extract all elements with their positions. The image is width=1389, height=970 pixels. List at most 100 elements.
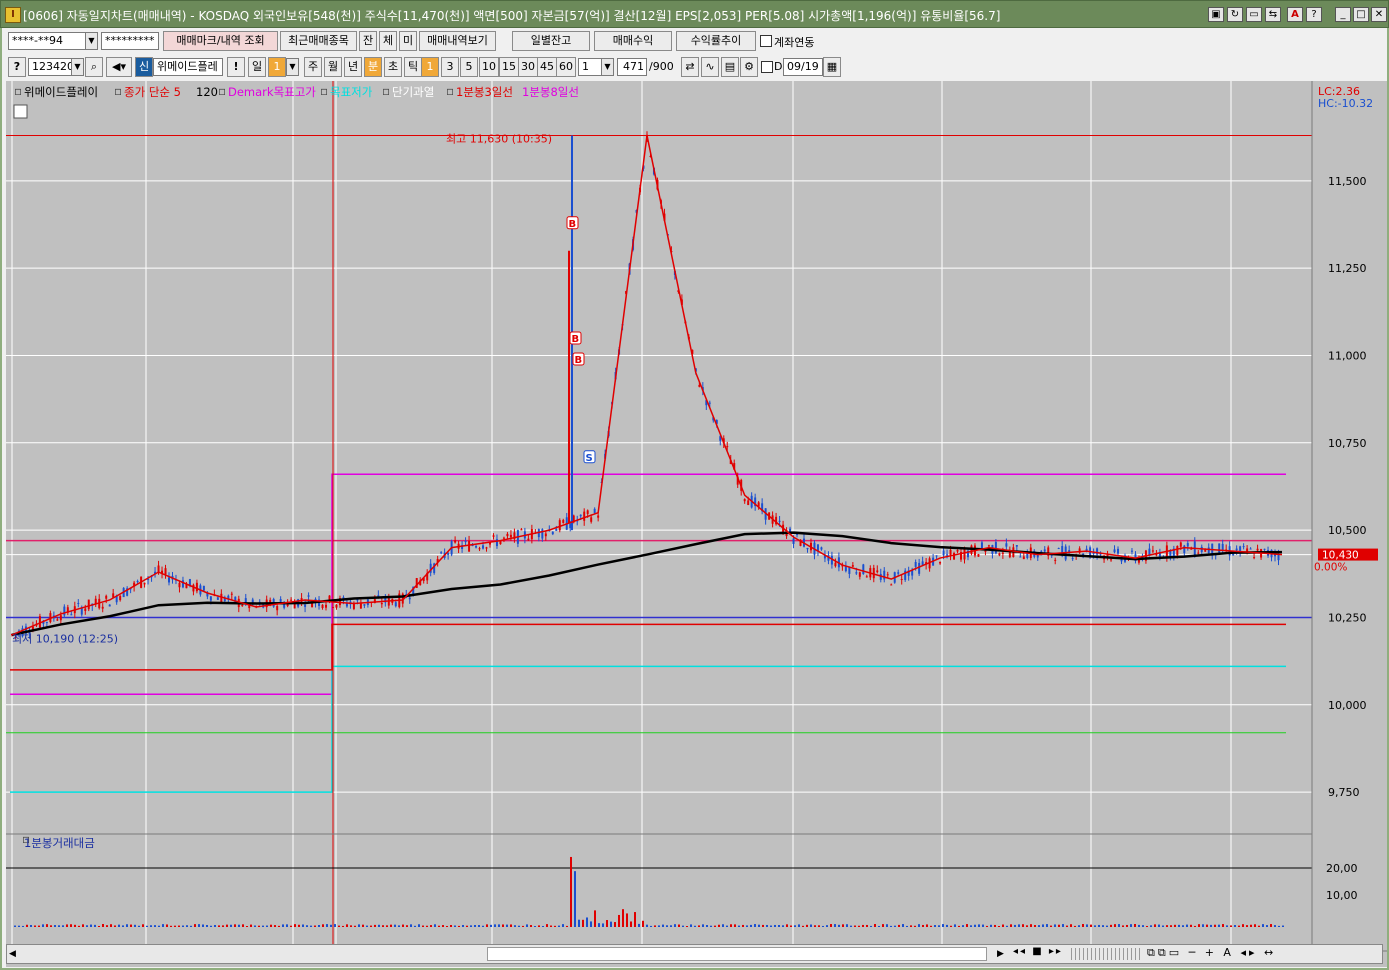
monthly-button[interactable]: 월 (324, 57, 342, 77)
view-controls[interactable]: ⧉⧉▭ ─ + A ◂▸ ↔ (1147, 946, 1276, 960)
volume-bar (330, 924, 332, 927)
volume-bar (814, 925, 816, 927)
date-checkbox[interactable] (761, 61, 773, 73)
return-trend-button[interactable]: 수익률추이 (676, 31, 756, 51)
period-5-button[interactable]: 5 (460, 57, 478, 77)
weekly-button[interactable]: 주 (304, 57, 322, 77)
lookup-icon[interactable]: ? (8, 57, 26, 77)
chart-area[interactable]: BBBS 20,00 10,00 11,500 11,250 11,000 10,750… (6, 81, 1387, 967)
trade-history-button[interactable]: 매매내역보기 (419, 31, 496, 51)
search-icon[interactable]: ⌕ (85, 57, 103, 77)
trade-marker-label: B (575, 355, 583, 366)
period-45-button[interactable]: 45 (537, 57, 557, 77)
candle-body (949, 549, 952, 556)
daily-count-button[interactable]: 1 (268, 57, 286, 77)
balance-button[interactable]: 잔 (359, 31, 377, 51)
volume-bar (638, 923, 640, 927)
playback-controls[interactable]: ◂◂ ■ ▸▸ (1013, 946, 1063, 957)
scroll-left-icon[interactable]: ◀ (9, 947, 21, 961)
y-tick-label: 9,750 (1328, 786, 1360, 799)
scroll-right-icon[interactable]: ▶ (997, 947, 1009, 961)
period-1-button[interactable]: 1 (421, 57, 439, 77)
volume-bar (862, 924, 864, 927)
legend-dot-5: ▫ (382, 84, 390, 98)
volume-bar (698, 925, 700, 927)
indicator-icon[interactable]: ∿ (701, 57, 719, 77)
volume-bar (1254, 924, 1256, 927)
volume-bar (1266, 925, 1268, 927)
candle-body (482, 545, 485, 549)
volume-bar (1002, 924, 1004, 927)
account-input[interactable]: ****-**94 (8, 32, 86, 50)
interval-input[interactable]: 1 (578, 58, 602, 76)
date-input[interactable]: 09/19 (783, 58, 823, 76)
period-60-button[interactable]: 60 (556, 57, 576, 77)
period-15-button[interactable]: 15 (499, 57, 519, 77)
period-30-button[interactable]: 30 (518, 57, 538, 77)
code-dropdown-icon[interactable]: ▼ (71, 58, 84, 76)
minute-button[interactable]: 분 (364, 57, 382, 77)
speaker-icon[interactable]: ◀▾ (106, 57, 132, 77)
zoom-slider[interactable] (1071, 948, 1141, 960)
execution-button[interactable]: 체 (379, 31, 397, 51)
daily-balance-button[interactable]: 일별잔고 (512, 31, 590, 51)
volume-bar (742, 924, 744, 927)
candle-body (998, 553, 1001, 556)
period-3-button[interactable]: 3 (441, 57, 459, 77)
minimize-icon[interactable]: _ (1335, 7, 1351, 22)
refresh-icon[interactable]: ↻ (1227, 7, 1243, 22)
account-dropdown-icon[interactable]: ▼ (85, 32, 98, 50)
data-count-input[interactable]: 471 (617, 58, 647, 76)
tick-button[interactable]: 틱 (404, 57, 422, 77)
maximize-icon[interactable]: □ (1353, 7, 1369, 22)
volume-bar (1018, 924, 1020, 927)
volume-bar (878, 925, 880, 927)
calendar-icon[interactable]: ▦ (823, 57, 841, 77)
stock-code-input[interactable]: 123420 (28, 58, 72, 76)
volume-bar (378, 924, 380, 927)
save-icon[interactable]: ▤ (721, 57, 739, 77)
price-chart[interactable]: BBBS 20,0010,00 11,50011,25011,00010,750… (6, 81, 1387, 967)
password-input[interactable]: ********* (101, 32, 159, 50)
period-10-button[interactable]: 10 (479, 57, 499, 77)
candle-body (304, 604, 307, 607)
volume-bar (1102, 925, 1104, 927)
volume-bar (954, 924, 956, 927)
volume-bar (262, 925, 264, 927)
help-icon[interactable]: ? (1306, 7, 1322, 22)
daily-button[interactable]: 일 (248, 57, 266, 77)
trade-profit-button[interactable]: 매매수익 (594, 31, 672, 51)
yearly-button[interactable]: 년 (344, 57, 362, 77)
daily-dropdown-icon[interactable]: ▼ (286, 58, 299, 76)
close-icon[interactable]: ✕ (1371, 7, 1387, 22)
screen-icon[interactable]: ▭ (1246, 7, 1262, 22)
interval-dropdown-icon[interactable]: ▼ (601, 58, 614, 76)
second-button[interactable]: 초 (384, 57, 402, 77)
grid-toggle-icon[interactable] (13, 104, 28, 119)
volume-bar (994, 924, 996, 927)
account-link-checkbox[interactable] (760, 35, 772, 47)
volume-bar (1166, 925, 1168, 927)
current-pct-label: 0.00% (1314, 562, 1347, 574)
chart-tool-icon[interactable]: ⇄ (681, 57, 699, 77)
settings-gear-icon[interactable]: ⚙ (740, 57, 758, 77)
scroll-thumb[interactable] (487, 947, 987, 961)
recent-trade-button[interactable]: 최근매매종목 (280, 31, 357, 51)
font-a-icon[interactable]: A (1287, 7, 1303, 22)
link-icon[interactable]: ⇆ (1265, 7, 1281, 22)
volume-bar (746, 925, 748, 927)
volume-bar (654, 925, 656, 927)
volume-bar (1146, 925, 1148, 927)
query-mark-button[interactable]: 매매마크/내역 조회 (163, 31, 278, 51)
horizontal-scrollbar[interactable]: ◀ ▶ ◂◂ ■ ▸▸ ⧉⧉▭ ─ + A ◂▸ ↔ (6, 944, 1383, 964)
volume-bar (1218, 924, 1220, 927)
candle-body (1253, 557, 1256, 559)
volume-bar (722, 924, 724, 927)
alert-icon[interactable]: ! (227, 57, 245, 77)
tile-icon[interactable]: ▣ (1208, 7, 1224, 22)
candle-body (876, 570, 879, 573)
candle-body (820, 547, 823, 550)
volume-bar (306, 925, 308, 927)
unfilled-button[interactable]: 미 (399, 31, 417, 51)
volume-bar (1046, 924, 1048, 927)
